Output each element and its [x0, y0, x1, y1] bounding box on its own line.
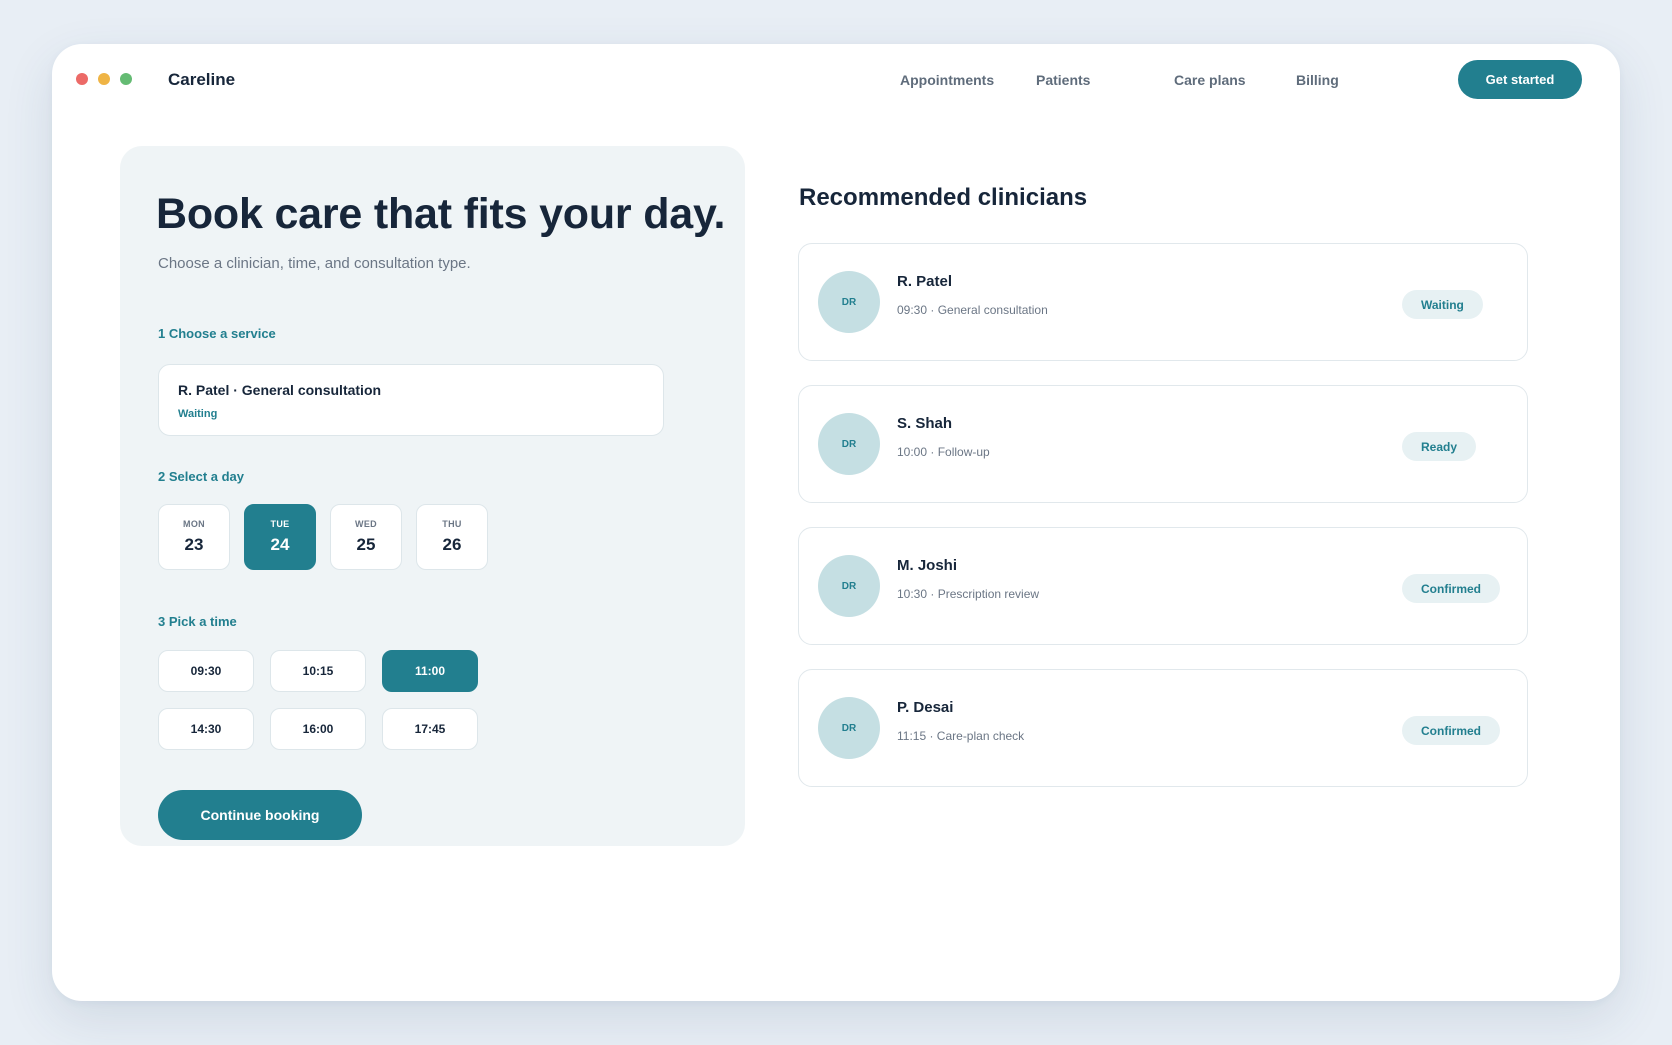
clinician-meta: 09:30 · General consultation	[897, 303, 1048, 317]
service-status: Waiting	[178, 408, 218, 420]
app-window: Careline Appointments Patients Care plan…	[52, 44, 1620, 1001]
day-name: MON	[183, 519, 205, 529]
avatar: DR	[818, 271, 880, 333]
day-name: WED	[355, 519, 377, 529]
nav-appointments[interactable]: Appointments	[900, 72, 994, 88]
nav-billing[interactable]: Billing	[1296, 72, 1339, 88]
page-title: Book care that fits your day.	[156, 190, 726, 238]
day-option[interactable]: WED 25	[330, 504, 402, 570]
time-picker: 09:30 10:15 11:00 14:30 16:00 17:45	[158, 650, 478, 750]
clinician-name: S. Shah	[897, 415, 953, 432]
recommended-title: Recommended clinicians	[799, 184, 1088, 211]
day-number: 24	[270, 535, 290, 554]
brand-logo[interactable]: Careline	[168, 70, 235, 90]
minimize-dot[interactable]	[98, 73, 110, 85]
clinician-name: R. Patel	[897, 273, 953, 290]
day-option-selected[interactable]: TUE 24	[244, 504, 316, 570]
day-name: TUE	[270, 519, 290, 529]
day-number: 26	[442, 535, 462, 554]
day-option[interactable]: MON 23	[158, 504, 230, 570]
clinician-card[interactable]: DR M. Joshi 10:30 · Prescription review …	[798, 527, 1528, 645]
status-badge: Ready	[1402, 432, 1477, 461]
step-1-label: 1 Choose a service	[158, 326, 276, 341]
day-option[interactable]: THU 26	[416, 504, 488, 570]
page-subtitle: Choose a clinician, time, and consultati…	[158, 255, 471, 272]
time-slot[interactable]: 17:45	[382, 708, 478, 750]
clinician-name: P. Desai	[897, 699, 954, 716]
service-selector[interactable]: R. Patel · General consultation Waiting	[158, 364, 664, 436]
step-2-label: 2 Select a day	[158, 469, 244, 484]
clinician-meta: 10:00 · Follow-up	[897, 445, 990, 459]
close-dot[interactable]	[76, 73, 88, 85]
day-number: 23	[184, 535, 204, 554]
booking-panel: Book care that fits your day. Choose a c…	[120, 146, 745, 846]
avatar: DR	[818, 697, 880, 759]
clinician-meta: 10:30 · Prescription review	[897, 587, 1040, 601]
status-badge: Confirmed	[1402, 574, 1500, 603]
clinician-meta: 11:15 · Care-plan check	[897, 729, 1025, 743]
step-3-label: 3 Pick a time	[158, 614, 237, 629]
get-started-button[interactable]: Get started	[1458, 60, 1582, 99]
nav-care-plans[interactable]: Care plans	[1174, 72, 1246, 88]
clinician-list: DR R. Patel 09:30 · General consultation…	[798, 243, 1528, 811]
time-slot-selected[interactable]: 11:00	[382, 650, 478, 692]
day-name: THU	[442, 519, 462, 529]
clinician-card[interactable]: DR P. Desai 11:15 · Care-plan check Conf…	[798, 669, 1528, 787]
clinician-card[interactable]: DR R. Patel 09:30 · General consultation…	[798, 243, 1528, 361]
status-badge: Waiting	[1402, 290, 1483, 319]
nav-patients[interactable]: Patients	[1036, 72, 1090, 88]
status-badge: Confirmed	[1402, 716, 1500, 745]
avatar: DR	[818, 413, 880, 475]
time-slot[interactable]: 16:00	[270, 708, 366, 750]
window-controls	[76, 73, 132, 85]
avatar: DR	[818, 555, 880, 617]
day-number: 25	[356, 535, 376, 554]
clinician-card[interactable]: DR S. Shah 10:00 · Follow-up Ready	[798, 385, 1528, 503]
time-slot[interactable]: 10:15	[270, 650, 366, 692]
maximize-dot[interactable]	[120, 73, 132, 85]
continue-booking-button[interactable]: Continue booking	[158, 790, 362, 840]
time-slot[interactable]: 09:30	[158, 650, 254, 692]
time-slot[interactable]: 14:30	[158, 708, 254, 750]
service-title: R. Patel · General consultation	[178, 382, 382, 398]
day-picker: MON 23 TUE 24 WED 25 THU 26	[158, 504, 488, 570]
clinician-name: M. Joshi	[897, 557, 958, 574]
